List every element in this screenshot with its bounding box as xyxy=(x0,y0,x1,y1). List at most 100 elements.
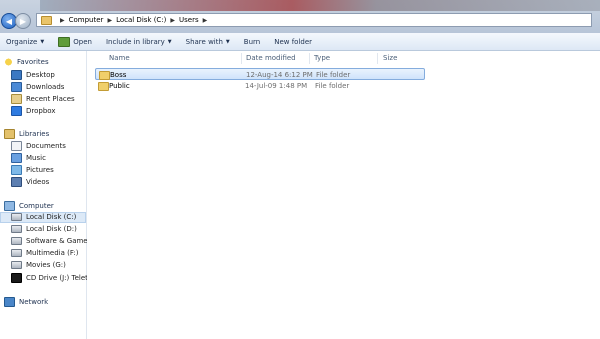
include-in-library-button[interactable]: Include in library ▼ xyxy=(106,38,172,46)
desktop-icon xyxy=(11,70,22,80)
star-icon xyxy=(4,58,13,66)
nav-item-videos[interactable]: Videos xyxy=(11,177,49,187)
column-header-type[interactable]: Type xyxy=(314,54,330,62)
column-header-name[interactable]: Name xyxy=(109,54,130,62)
column-divider[interactable] xyxy=(377,53,378,64)
recent-places-icon xyxy=(11,94,22,104)
nav-item-local-disk-d[interactable]: Local Disk (D:) xyxy=(11,225,77,233)
breadcrumb-local-disk-c[interactable]: Local Disk (C:) xyxy=(116,16,166,24)
nav-item-label: Local Disk (D:) xyxy=(26,225,77,233)
documents-icon xyxy=(11,141,22,151)
nav-item-label: Dropbox xyxy=(26,107,56,115)
chevron-right-icon[interactable]: ▶ xyxy=(60,17,65,24)
nav-item-music[interactable]: Music xyxy=(11,153,46,163)
organize-button[interactable]: Organize ▼ xyxy=(6,38,44,46)
chevron-right-icon[interactable]: ▶ xyxy=(203,17,208,24)
nav-item-label: Music xyxy=(26,154,46,162)
nav-item-local-disk-c[interactable]: Local Disk (C:) xyxy=(11,213,76,221)
new-folder-label: New folder xyxy=(274,37,313,46)
chevron-right-icon[interactable]: ▶ xyxy=(107,17,112,24)
nav-item-label: Desktop xyxy=(26,71,55,79)
open-button[interactable]: Open xyxy=(58,36,92,47)
file-date-modified: 12-Aug-14 6:12 PM xyxy=(246,71,313,79)
share-with-label: Share with xyxy=(185,37,223,46)
nav-network[interactable]: Network xyxy=(4,297,48,307)
breadcrumb-users[interactable]: Users xyxy=(179,16,199,24)
nav-item-software-games[interactable]: Software & Games ( xyxy=(11,237,96,245)
nav-item-label: Recent Places xyxy=(26,95,75,103)
arrow-left-icon: ◀ xyxy=(5,16,13,26)
nav-item-cd-drive-j[interactable]: CD Drive (J:) Teletalk xyxy=(11,273,98,283)
organize-label: Organize xyxy=(6,37,38,46)
network-icon xyxy=(4,297,15,307)
dropbox-icon xyxy=(11,106,22,116)
cd-drive-icon xyxy=(11,273,22,283)
column-header-size[interactable]: Size xyxy=(383,54,397,62)
hard-drive-icon xyxy=(11,249,22,257)
nav-item-label: Software & Games ( xyxy=(26,237,97,245)
nav-libraries-label: Libraries xyxy=(19,130,50,138)
burn-button[interactable]: Burn xyxy=(244,38,260,46)
computer-icon xyxy=(4,201,15,211)
address-row: ◀ ▶ ▶ Computer ▶ Local Disk (C:) ▶ Users… xyxy=(0,0,600,33)
chevron-right-icon[interactable]: ▶ xyxy=(170,17,175,24)
nav-item-recent-places[interactable]: Recent Places xyxy=(11,94,75,104)
nav-favorites-label: Favorites xyxy=(17,58,49,66)
background-window-strip xyxy=(40,0,600,11)
music-icon xyxy=(11,153,22,163)
file-type: File folder xyxy=(315,82,350,90)
nav-item-downloads[interactable]: Downloads xyxy=(11,82,64,92)
nav-computer[interactable]: Computer xyxy=(4,201,54,211)
file-row-boss[interactable]: Boss 12-Aug-14 6:12 PM File folder xyxy=(95,68,425,80)
folder-icon xyxy=(41,15,52,25)
breadcrumb-computer[interactable]: Computer xyxy=(69,16,104,24)
nav-item-pictures[interactable]: Pictures xyxy=(11,165,54,175)
command-bar: Organize ▼ Open Include in library ▼ Share… xyxy=(0,33,600,51)
share-with-button[interactable]: Share with ▼ xyxy=(186,38,230,46)
hard-drive-icon xyxy=(11,237,22,245)
nav-item-label: Multimedia (F:) xyxy=(26,249,79,257)
nav-item-label: Documents xyxy=(26,142,66,150)
caret-down-icon: ▼ xyxy=(40,38,45,45)
include-in-library-label: Include in library xyxy=(105,37,165,46)
nav-computer-label: Computer xyxy=(19,202,54,210)
libraries-icon xyxy=(4,129,15,139)
nav-item-desktop[interactable]: Desktop xyxy=(11,70,55,80)
file-name: Boss xyxy=(110,71,127,79)
pictures-icon xyxy=(11,165,22,175)
nav-item-label: Movies (G:) xyxy=(26,261,66,269)
nav-item-multimedia-f[interactable]: Multimedia (F:) xyxy=(11,249,78,257)
arrow-right-icon: ▶ xyxy=(19,16,27,26)
open-icon xyxy=(58,36,71,47)
column-divider[interactable] xyxy=(309,53,310,64)
file-row-public[interactable]: Public 14-Jul-09 1:48 PM File folder xyxy=(95,80,425,92)
file-name: Public xyxy=(109,82,130,90)
open-label: Open xyxy=(73,37,92,46)
nav-libraries[interactable]: Libraries xyxy=(4,129,49,139)
nav-item-label: Videos xyxy=(26,178,50,186)
burn-label: Burn xyxy=(243,37,261,46)
nav-item-movies-g[interactable]: Movies (G:) xyxy=(11,261,66,269)
caret-down-icon: ▼ xyxy=(225,38,230,45)
file-date-modified: 14-Jul-09 1:48 PM xyxy=(245,82,308,90)
downloads-icon xyxy=(11,82,22,92)
address-bar[interactable]: ▶ Computer ▶ Local Disk (C:) ▶ Users ▶ xyxy=(36,13,592,27)
nav-item-label: Downloads xyxy=(26,83,65,91)
videos-icon xyxy=(11,177,22,187)
column-divider[interactable] xyxy=(241,53,242,64)
nav-item-dropbox[interactable]: Dropbox xyxy=(11,106,56,116)
hard-drive-icon xyxy=(11,261,22,269)
column-header-date-modified[interactable]: Date modified xyxy=(246,54,296,62)
file-type: File folder xyxy=(316,71,351,79)
hard-drive-icon xyxy=(11,213,22,221)
hard-drive-icon xyxy=(11,225,22,233)
forward-button[interactable]: ▶ xyxy=(15,13,31,29)
folder-icon xyxy=(99,71,110,80)
nav-favorites[interactable]: Favorites xyxy=(4,58,49,66)
file-list: Name Date modified Type Size Boss 12-Aug… xyxy=(87,51,600,339)
new-folder-button[interactable]: New folder xyxy=(274,38,312,46)
folder-icon xyxy=(98,82,109,91)
nav-item-label: Local Disk (C:) xyxy=(26,213,77,221)
nav-item-documents[interactable]: Documents xyxy=(11,141,66,151)
navigation-pane: Favorites Desktop Downloads Recent Place… xyxy=(0,51,98,339)
